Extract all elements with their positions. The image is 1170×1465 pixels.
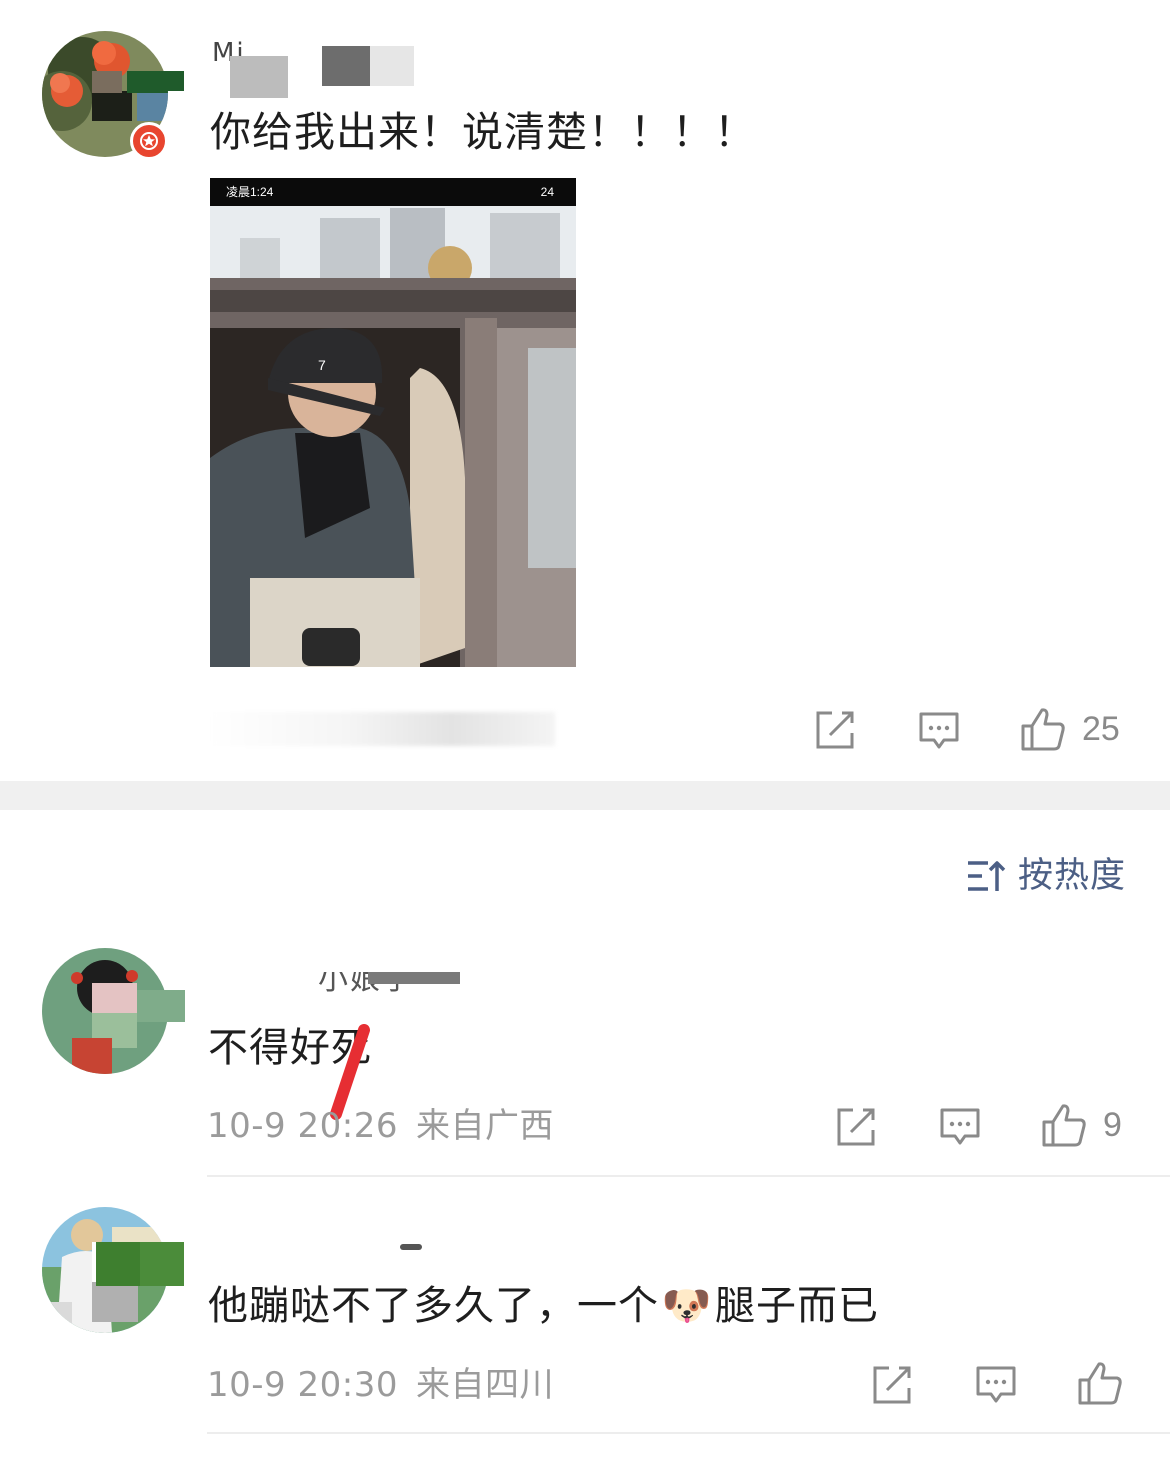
comment-like-button[interactable]: 9 — [1041, 1102, 1122, 1148]
post-like-count: 25 — [1082, 709, 1120, 748]
post-photo[interactable]: 7 凌晨1:24 24 — [210, 178, 576, 667]
post-like-button[interactable]: 25 — [1020, 706, 1120, 752]
comment-location: 来自广西 — [415, 1106, 554, 1146]
section-divider — [0, 781, 1170, 810]
comment-location: 来自四川 — [415, 1365, 554, 1405]
sort-by-hot-button[interactable]: 按热度 — [966, 852, 1126, 900]
avatar-mosaic — [96, 1242, 184, 1286]
comment-date: 10-9 20:30 — [207, 1365, 398, 1405]
comment-reply-button[interactable] — [939, 1107, 981, 1147]
thumbs-up-icon — [1042, 1104, 1086, 1147]
share-icon — [837, 1108, 875, 1146]
post-share-button[interactable] — [814, 709, 856, 751]
comment-share-button[interactable] — [835, 1106, 877, 1148]
photo-status-bar: 凌晨1:24 24 — [210, 178, 576, 206]
sort-icon — [967, 861, 1006, 891]
comment-author-name[interactable]: 小娘子 — [210, 954, 470, 998]
post-source-blurred — [210, 712, 555, 746]
comment-meta: 10-9 20:26 来自广西 — [207, 1104, 572, 1148]
share-icon — [873, 1366, 911, 1404]
comment-text: 他蹦哒不了多久了，一个🐶腿子而已 — [208, 1278, 879, 1334]
post-comment-button[interactable] — [918, 711, 960, 751]
comment-like-button[interactable] — [1077, 1360, 1139, 1406]
comment-divider — [207, 1432, 1170, 1434]
comment-icon — [976, 1366, 1016, 1403]
thumbs-up-icon — [1021, 708, 1065, 751]
verified-badge — [130, 122, 168, 160]
dog-emoji: 🐶 — [661, 1283, 713, 1329]
sort-label: 按热度 — [1017, 856, 1126, 896]
comment-like-count: 9 — [1103, 1105, 1122, 1144]
comment-reply-button[interactable] — [975, 1365, 1017, 1405]
comment-icon — [940, 1108, 980, 1145]
comment-share-button[interactable] — [871, 1364, 913, 1406]
comment-meta: 10-9 20:30 来自四川 — [207, 1363, 572, 1407]
post-text: 你给我出来！说清楚！！！！ — [210, 108, 756, 156]
share-icon — [816, 711, 854, 749]
avatar-mosaic — [137, 71, 184, 91]
thumbs-up-icon — [1078, 1362, 1122, 1405]
comment-date: 10-9 20:26 — [207, 1106, 398, 1146]
comment-divider — [207, 1175, 1170, 1177]
svg-text:7: 7 — [318, 357, 326, 373]
star-icon — [140, 132, 158, 150]
comment-author-name[interactable] — [380, 1236, 440, 1252]
comment-page: Mi 你给我出来！说清楚！！！！ 7 凌晨1:24 24 25 按热度 小娘子 … — [0, 0, 1170, 1465]
avatar-mosaic — [137, 990, 185, 1022]
comment-icon — [919, 712, 959, 749]
